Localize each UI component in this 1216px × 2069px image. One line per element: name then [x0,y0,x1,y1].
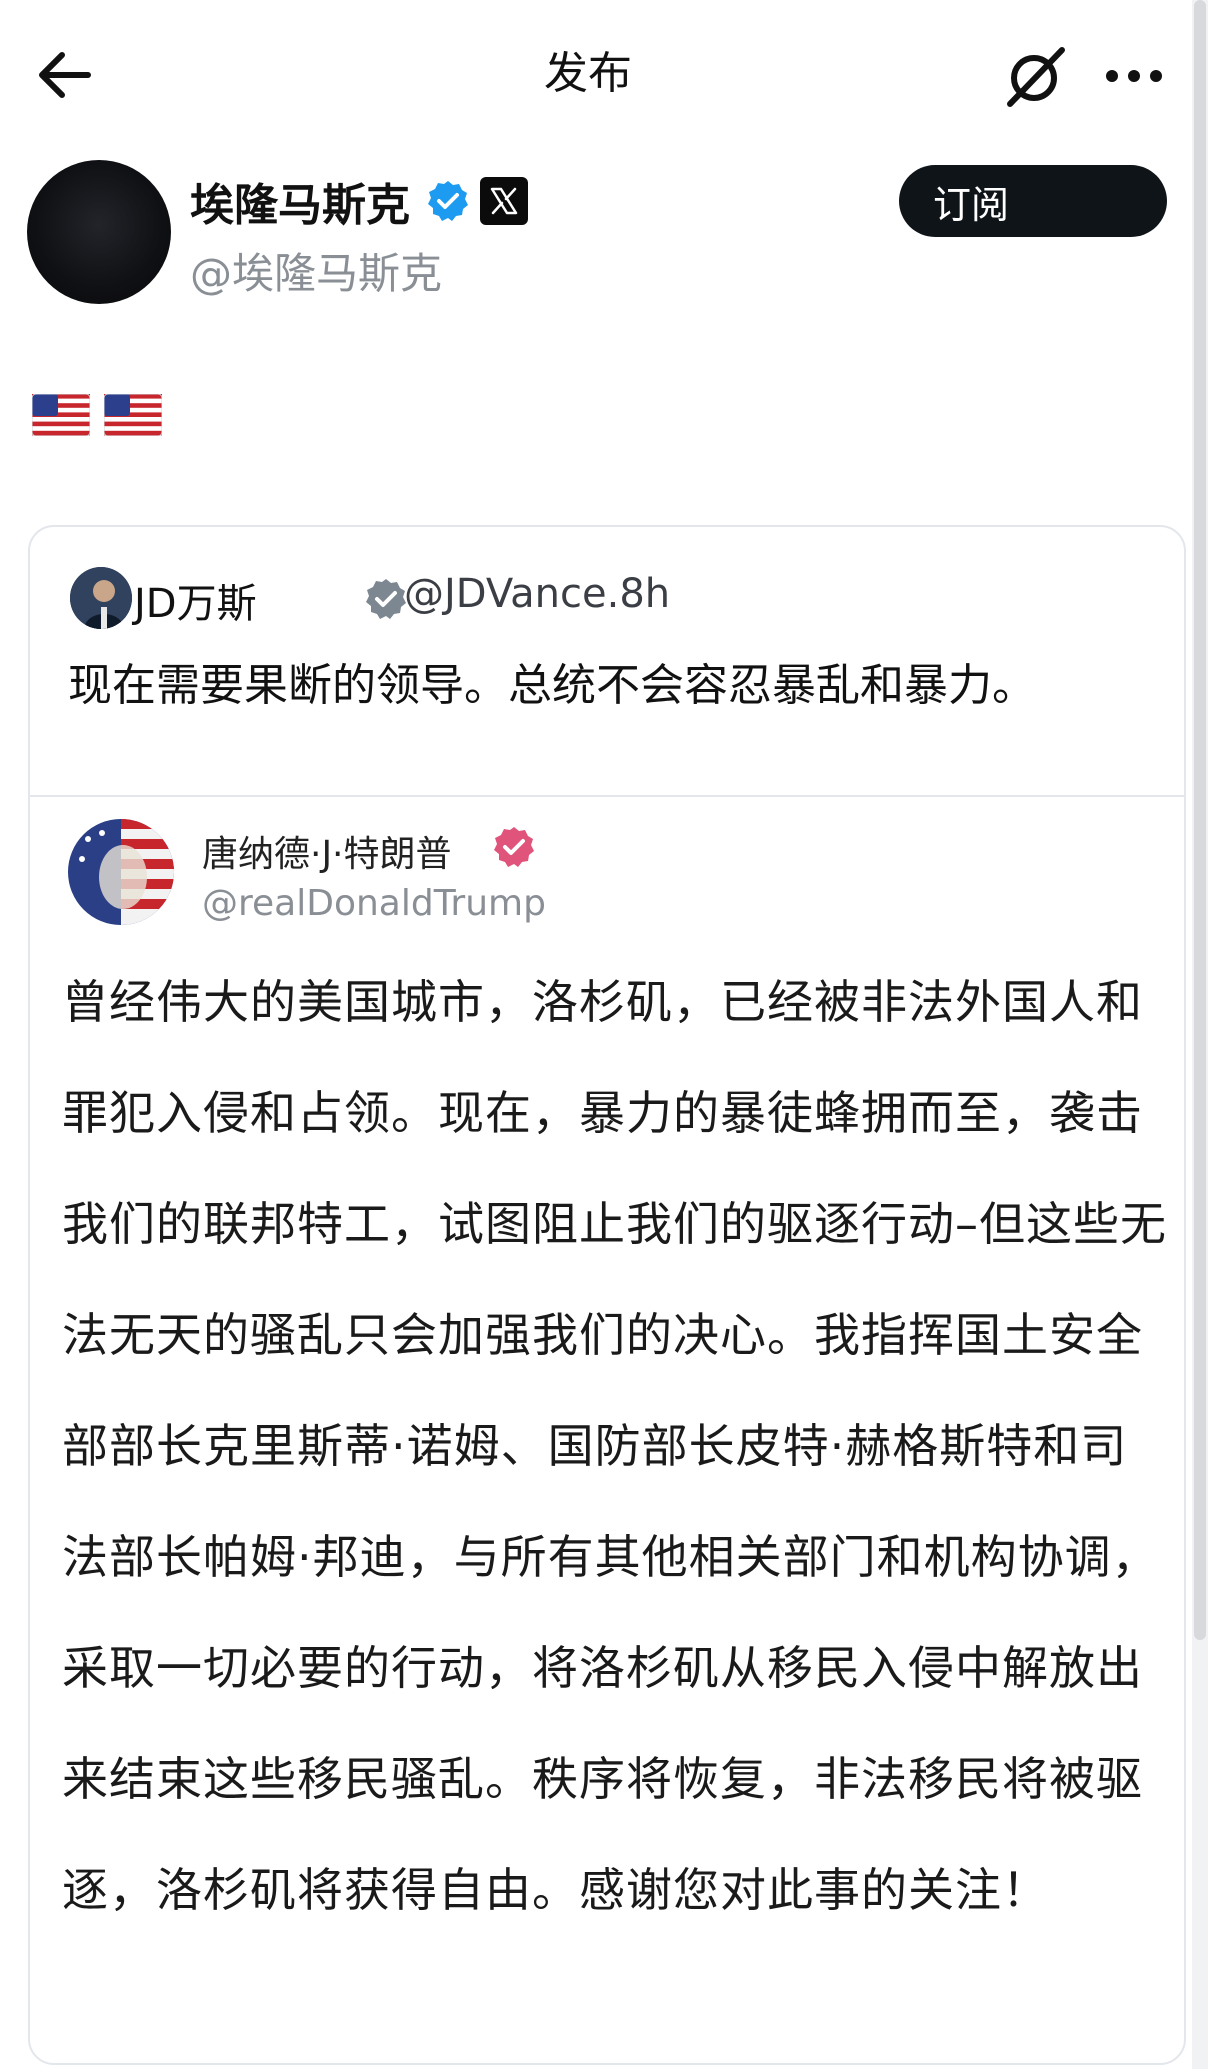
post-text [32,394,162,436]
quote-author-handle[interactable]: @JDVance.8h [404,571,670,617]
nested-avatar[interactable] [68,819,174,925]
divider [30,795,1184,797]
more-dots-icon [1106,70,1162,82]
quoted-post-card[interactable]: JD万斯 @JDVance.8h 现在需要果断的领导。总统不会容忍暴乱和暴力。 … [28,525,1186,2065]
us-flag-icon [32,394,90,436]
quote-text: 现在需要果断的领导。总统不会容忍暴乱和暴力。 [68,660,1036,711]
author-handle[interactable]: @埃隆马斯克 [190,240,442,301]
subscribe-button[interactable]: 订阅 [899,165,1167,237]
more-button[interactable] [1098,40,1170,112]
us-flag-icon [104,394,162,436]
verified-pink-icon [494,827,534,867]
quote-avatar[interactable] [70,567,132,629]
flag-portrait-image [68,819,174,925]
nested-author-name[interactable]: 唐纳德·J·特朗普 [202,825,452,877]
author-name-row: 埃隆马斯克 [190,170,528,232]
grok-button[interactable] [1000,40,1072,112]
verified-blue-icon [428,181,468,221]
top-bar: 发布 [0,0,1216,150]
quote-author-name[interactable]: JD万斯 [134,571,257,629]
x-logo-icon [490,187,518,215]
scrollbar-thumb[interactable] [1194,0,1206,1640]
author-avatar[interactable] [27,160,171,304]
person-photo [70,567,132,629]
grok-slash-icon [1007,47,1065,107]
affiliate-badge[interactable] [480,177,528,225]
author-name[interactable]: 埃隆马斯克 [190,169,410,233]
verified-gray-icon [366,579,406,619]
nested-post-text: 曾经伟大的美国城市，洛杉矶，已经被非法外国人和罪犯入侵和占领。现在，暴力的暴徒蜂… [62,975,1167,1917]
nested-author-handle[interactable]: @realDonaldTrump [202,883,560,924]
